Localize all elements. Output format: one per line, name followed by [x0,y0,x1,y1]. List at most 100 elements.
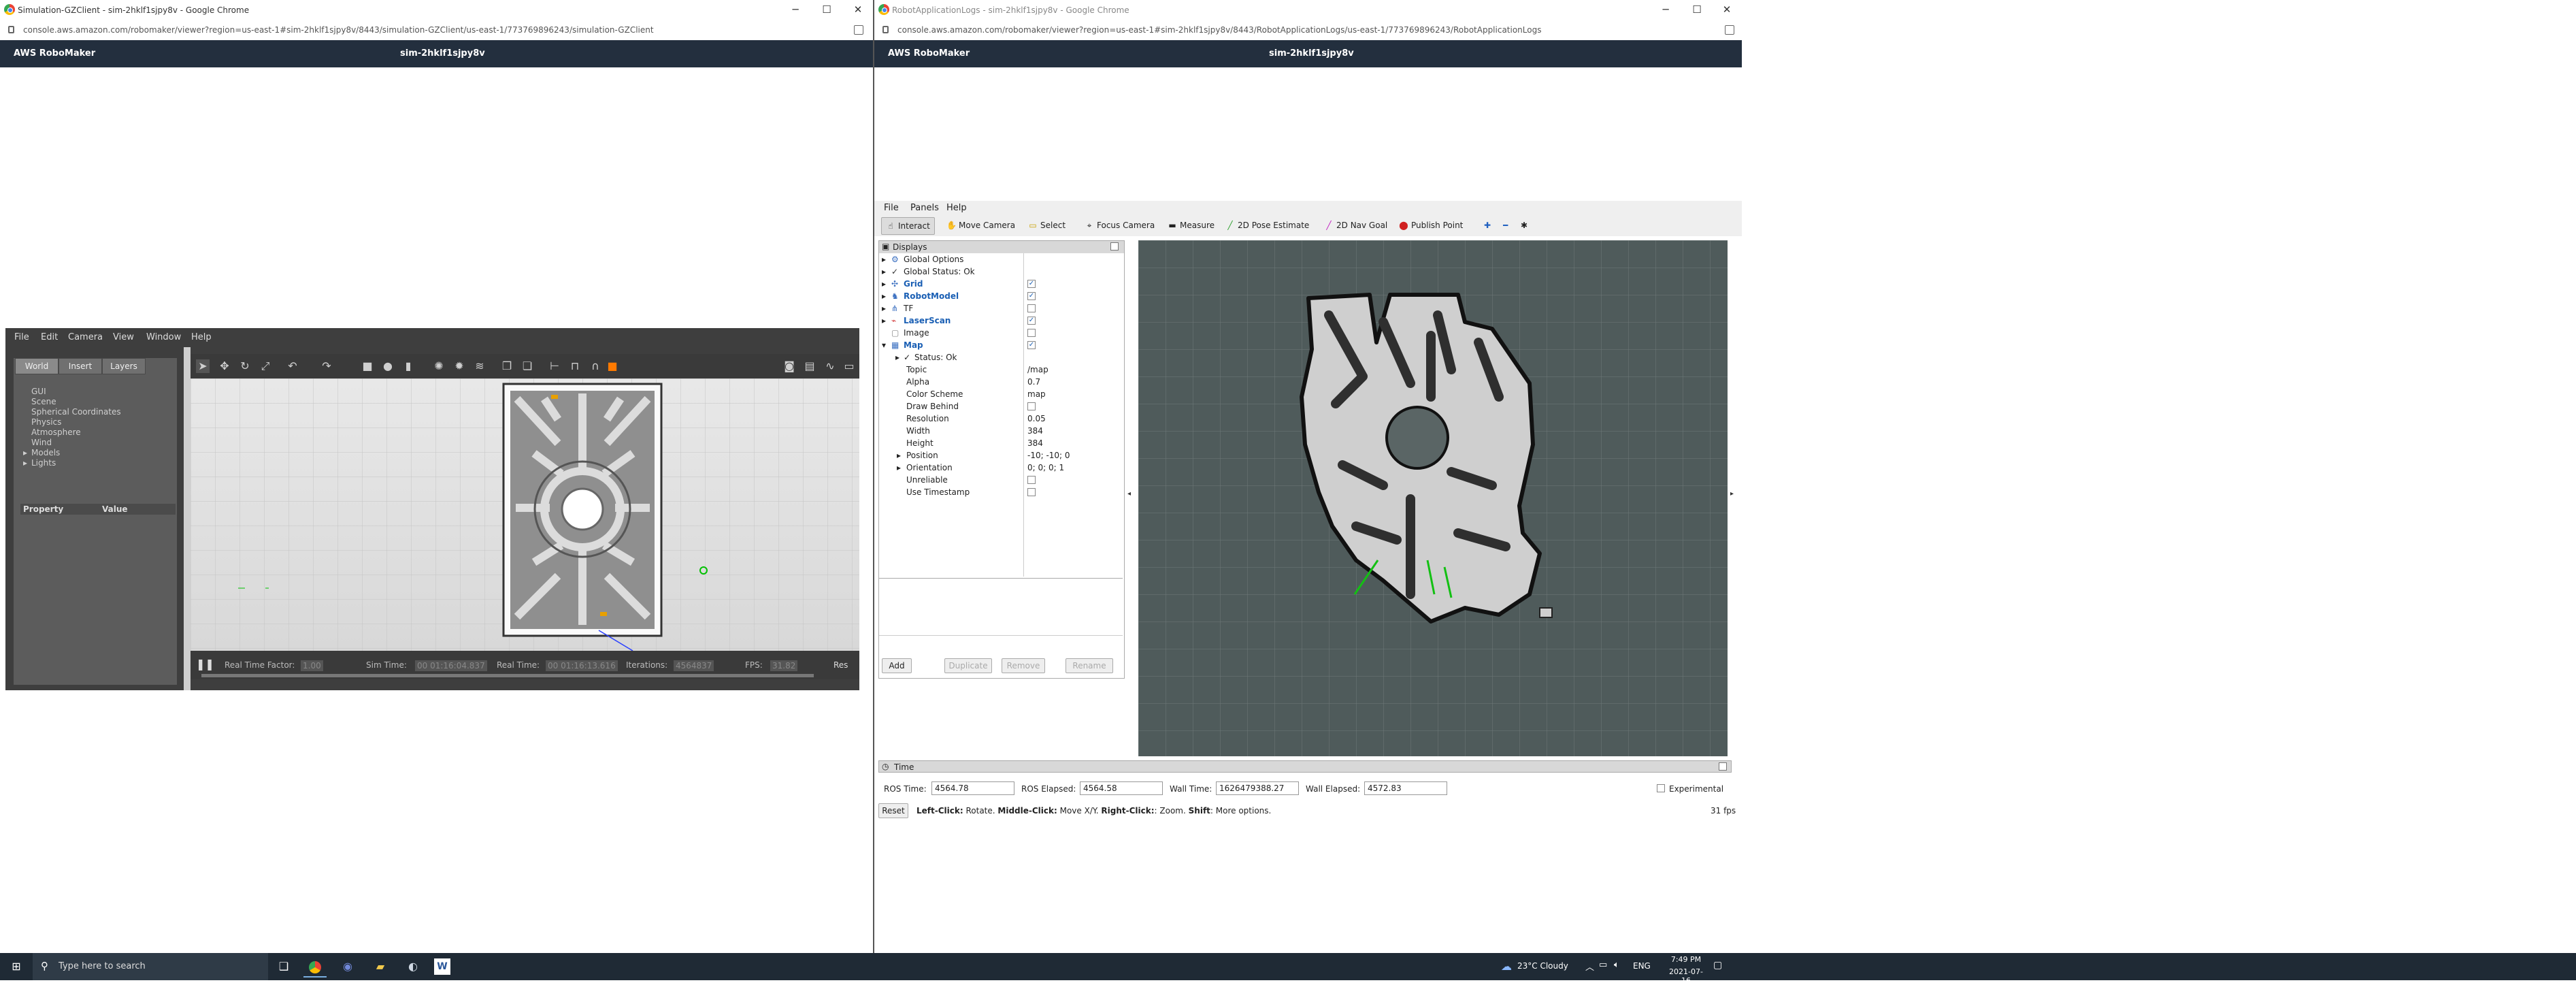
tool-properties-button[interactable]: ✱ [1517,217,1532,233]
windows-start-icon[interactable]: ⊞ [0,957,33,976]
expand-arrow-icon[interactable]: ▸ [882,316,886,325]
gz-menu-edit[interactable]: Edit [41,332,58,342]
pause-icon[interactable]: ❚❚ [196,658,214,671]
draw-behind-checkbox[interactable] [1027,402,1036,410]
add-display-button[interactable]: Add [882,658,912,673]
log-icon[interactable]: ▤ [803,359,816,373]
expand-arrow-icon[interactable]: ▸ [882,291,886,301]
tree-item-lights[interactable]: Lights [31,458,56,468]
laser-scan-checkbox[interactable]: ✓ [1027,317,1036,325]
expand-arrow-icon[interactable]: ▸ [897,451,901,460]
sphere-shape-icon[interactable]: ● [381,359,395,373]
display-laser-scan[interactable]: LaserScan [904,316,951,325]
rename-display-button[interactable]: Rename [1066,658,1113,673]
discord-icon[interactable]: ◉ [336,957,359,976]
map-status-ok[interactable]: Status: Ok [914,353,957,362]
expand-arrow-icon[interactable]: ▸ [882,304,886,313]
tree-item-wind[interactable]: Wind [31,438,52,447]
steam-icon[interactable]: ◐ [401,957,425,976]
maximize-icon[interactable]: ☐ [812,0,842,20]
rviz-menu-file[interactable]: File [884,203,899,213]
magnet-icon[interactable]: ∩ [589,359,602,373]
rviz-menu-panels[interactable]: Panels [910,203,939,213]
gz-menu-view[interactable]: View [113,332,134,342]
tree-item-spherical[interactable]: Spherical Coordinates [31,407,121,417]
spot-light-icon[interactable]: ✹ [452,359,466,373]
point-light-icon[interactable]: ✺ [432,359,446,373]
tab-layers[interactable]: Layers [102,358,146,374]
prop-topic-value[interactable]: /map [1027,365,1048,374]
duplicate-display-button[interactable]: Duplicate [944,658,992,673]
rviz-menu-help[interactable]: Help [946,203,967,213]
notification-icon[interactable]: ▢ [1713,960,1722,971]
display-grid[interactable]: Grid [904,279,923,289]
clock-time[interactable]: 7:49 PM [1666,955,1706,964]
volume-icon[interactable]: 🔈︎ [1614,960,1619,970]
redo-icon[interactable]: ↷ [320,359,333,373]
expand-arrow-icon[interactable]: ▸ [882,279,886,289]
wall-elapsed-field[interactable]: 4572.83 [1364,781,1447,795]
translate-icon[interactable]: ✥ [218,359,231,373]
extension-icon[interactable] [1725,25,1734,35]
align-icon[interactable]: ⊢ [548,359,561,373]
close-icon[interactable]: ✕ [1712,0,1742,20]
tool-2d-nav-goal[interactable]: ╱ 2D Nav Goal [1320,217,1391,233]
gz-reset-button[interactable]: Res [833,660,848,670]
collapse-arrow-icon[interactable]: ▾ [882,340,886,350]
scale-icon[interactable]: ⤢ [259,359,272,373]
plot-icon[interactable]: ∿ [823,359,837,373]
splitter-left-arrow-icon[interactable]: ◂ [1127,490,1131,498]
tree-item-models[interactable]: Models [31,448,60,457]
gz-menu-file[interactable]: File [14,332,29,342]
gazebo-scene-canvas[interactable] [191,378,859,651]
expand-arrow-icon[interactable]: ▸ [895,353,899,362]
expand-arrow-icon[interactable]: ▸ [897,463,901,472]
minimize-icon[interactable]: ─ [780,0,810,20]
file-explorer-icon[interactable]: ▰ [369,957,392,976]
gz-menu-window[interactable]: Window [146,332,181,342]
tool-select[interactable]: ▭ Select [1024,217,1070,233]
undo-icon[interactable]: ↶ [286,359,299,373]
chevron-up-icon[interactable]: ︿ [1585,960,1594,973]
rotate-icon[interactable]: ↻ [238,359,252,373]
right-url[interactable]: console.aws.amazon.com/robomaker/viewer?… [897,25,1541,35]
tree-item-atmosphere[interactable]: Atmosphere [31,427,81,437]
map-checkbox[interactable]: ✓ [1027,341,1036,349]
tab-insert[interactable]: Insert [59,358,102,374]
undock-icon[interactable] [1110,242,1119,251]
display-image[interactable]: Image [904,328,929,338]
tool-2d-pose-estimate[interactable]: ╱ 2D Pose Estimate [1221,217,1313,233]
clock-date[interactable]: 2021-07-16 [1666,967,1706,985]
remove-tool-button[interactable]: ━ [1499,217,1512,233]
tree-item-scene[interactable]: Scene [31,397,56,406]
taskbar-search-box[interactable]: ⚲ Type here to search [33,953,268,980]
expand-arrow-icon[interactable]: ▸ [23,448,27,457]
tool-interact[interactable]: ☝ Interact [881,217,935,235]
minimize-icon[interactable]: ─ [1651,0,1681,20]
display-global-options[interactable]: Global Options [904,255,963,264]
copy-icon[interactable]: ❐ [500,359,514,373]
expand-arrow-icon[interactable]: ▸ [882,267,886,276]
ros-time-field[interactable]: 4564.78 [931,781,1014,795]
expand-arrow-icon[interactable]: ▸ [23,458,27,468]
display-robot-model[interactable]: RobotModel [904,291,959,301]
tool-move-camera[interactable]: ✋ Move Camera [942,217,1019,233]
left-url[interactable]: console.aws.amazon.com/robomaker/viewer?… [23,25,654,35]
video-icon[interactable]: ▭ [842,359,856,373]
unreliable-checkbox[interactable] [1027,476,1036,484]
prop-alpha-value[interactable]: 0.7 [1027,377,1040,387]
right-address-bar[interactable]: console.aws.amazon.com/robomaker/viewer?… [874,20,1742,41]
screenshot-icon[interactable]: ◙ [782,359,796,373]
box-shape-icon[interactable]: ■ [361,359,374,373]
snap-icon[interactable]: ⊓ [568,359,582,373]
tool-focus-camera[interactable]: ⌖ Focus Camera [1080,217,1159,233]
weather-text[interactable]: 23°C Cloudy [1517,961,1568,971]
tree-item-gui[interactable]: GUI [31,387,46,396]
ros-elapsed-field[interactable]: 4564.58 [1080,781,1163,795]
experimental-checkbox[interactable] [1657,784,1665,792]
tool-publish-point[interactable]: ⬤ Publish Point [1395,217,1467,233]
select-arrow-icon[interactable]: ➤ [196,359,210,373]
directional-light-icon[interactable]: ≋ [473,359,486,373]
tree-item-physics[interactable]: Physics [31,417,61,427]
record-icon[interactable]: ■ [606,359,619,373]
